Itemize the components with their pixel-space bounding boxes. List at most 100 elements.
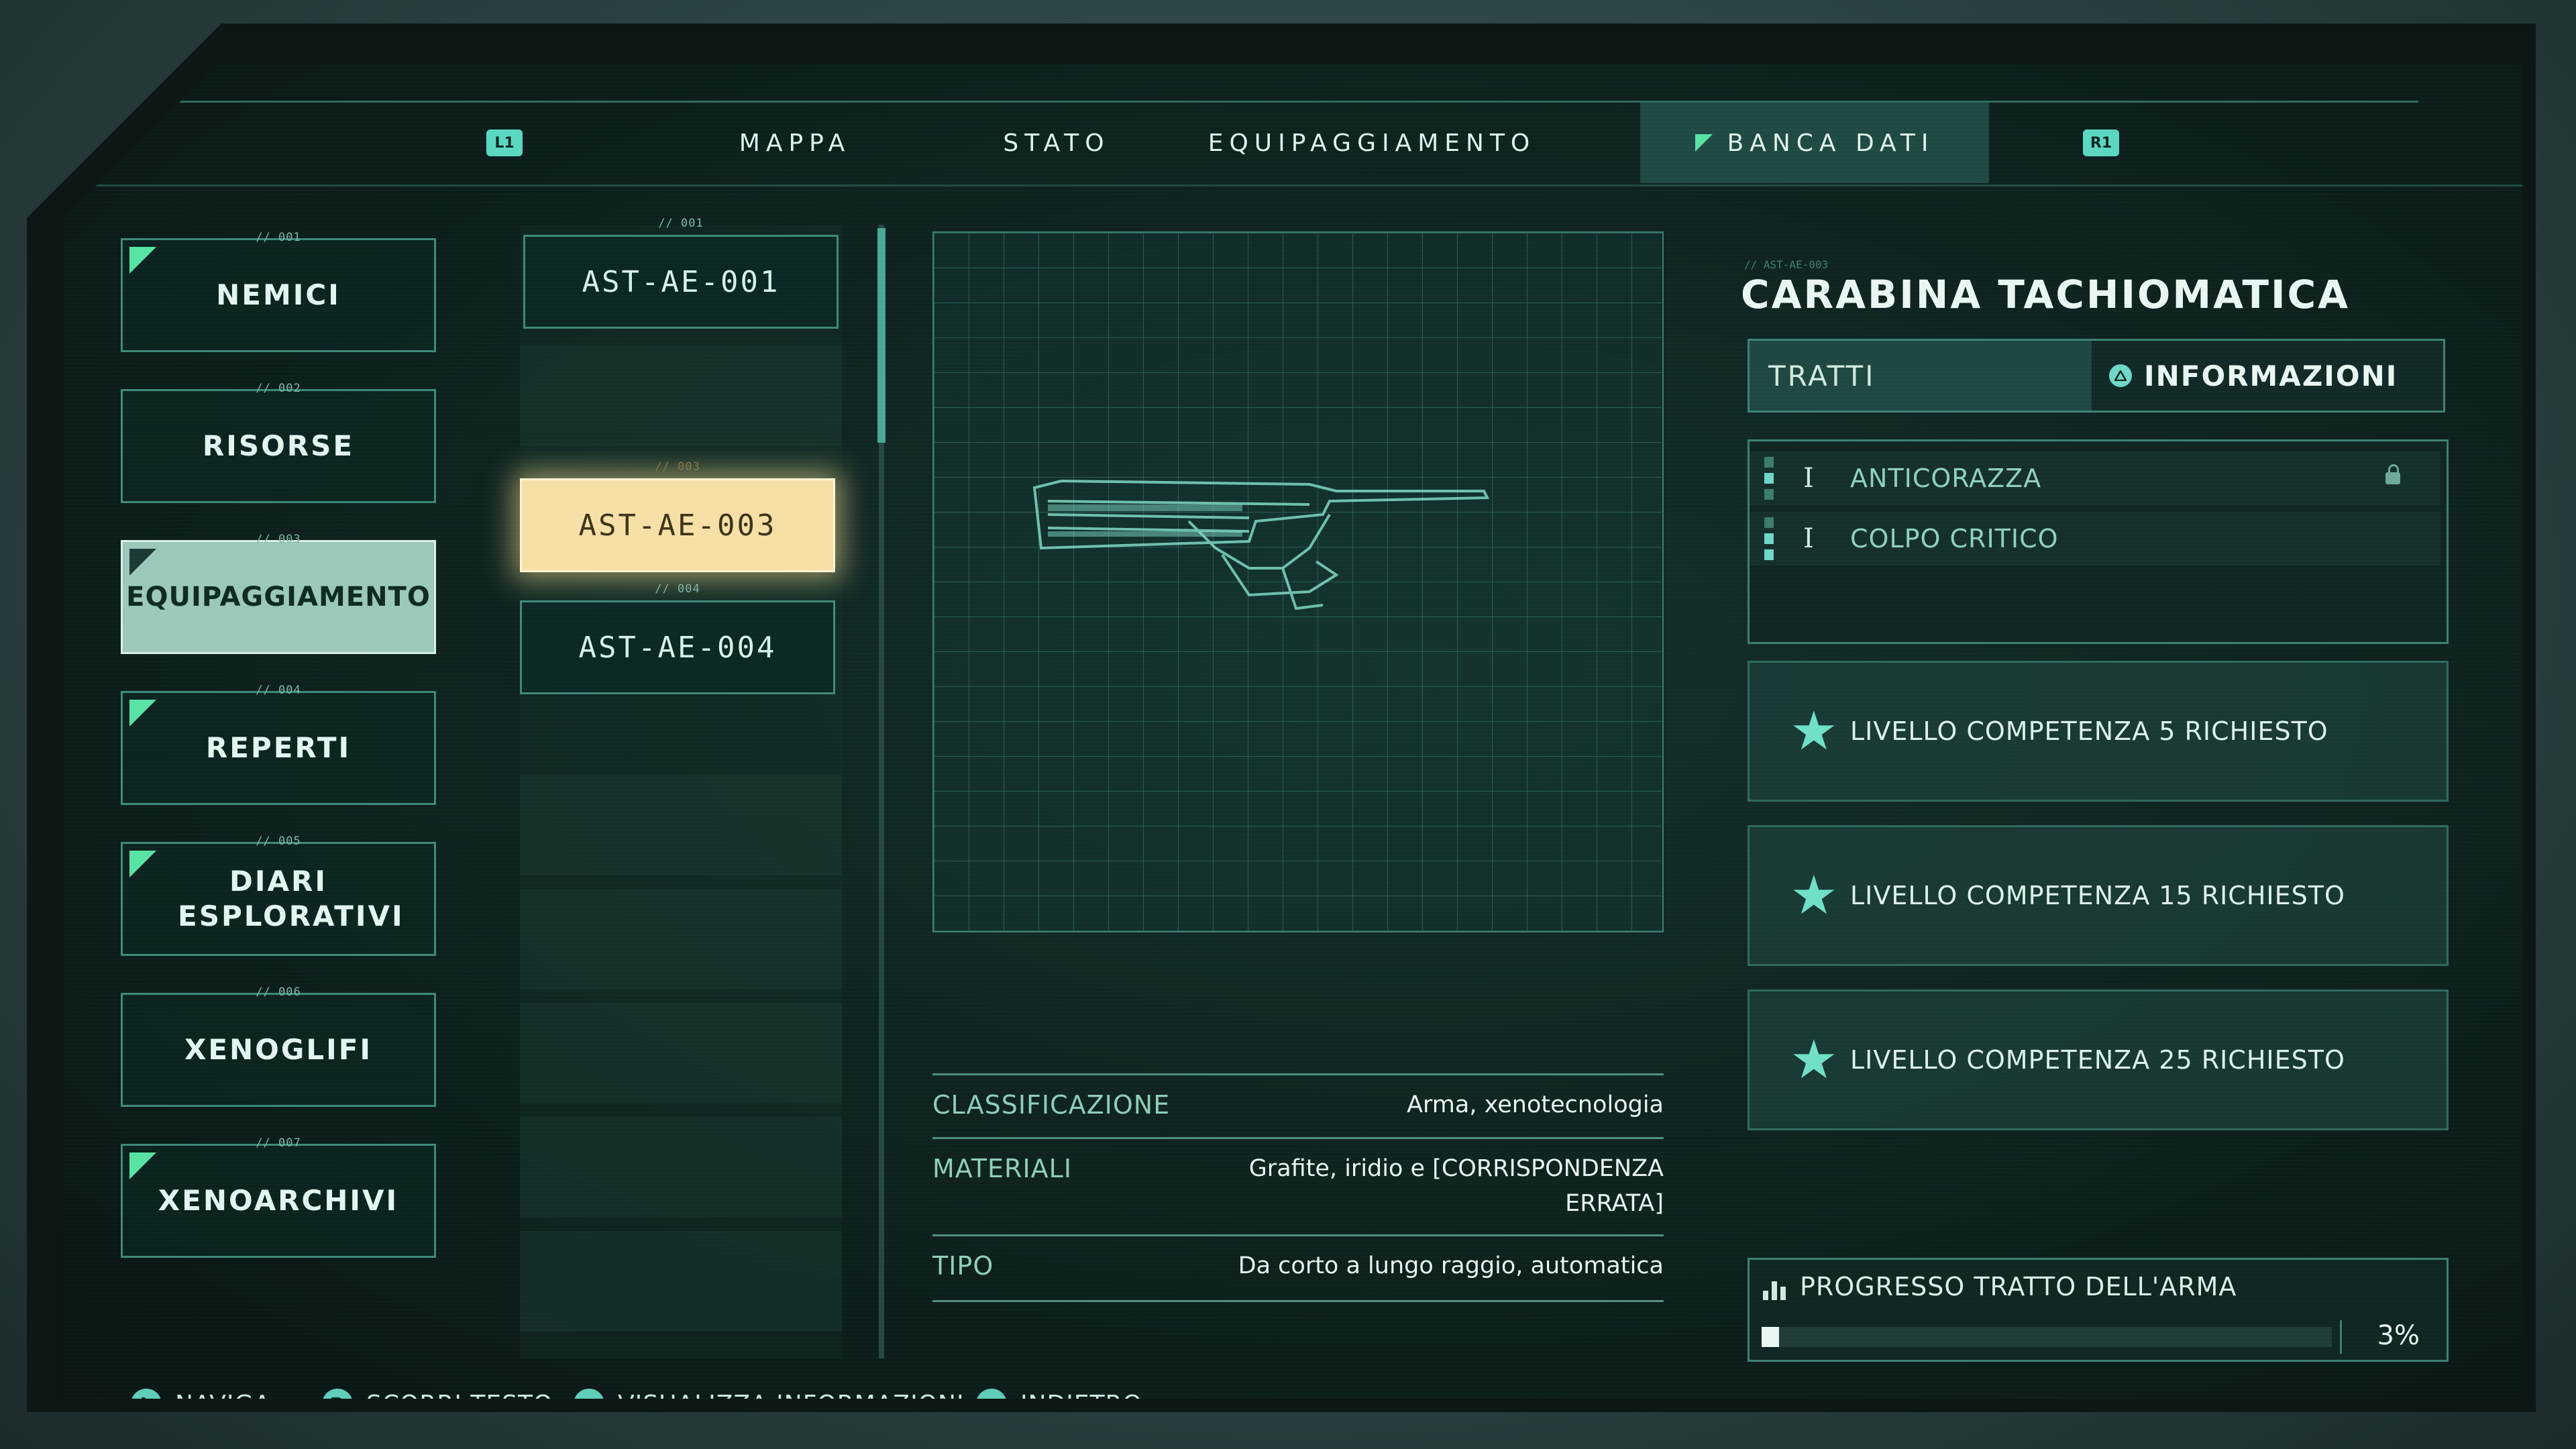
info-key: TIPO	[932, 1251, 994, 1281]
requirement-text: LIVELLO COMPETENZA 5 RICHIESTO	[1850, 716, 2328, 746]
flag-icon	[1695, 134, 1713, 152]
item-label: AST-AE-001	[582, 264, 780, 299]
list-item-ast-ae-001[interactable]: // 001 AST-AE-001	[523, 217, 839, 329]
requirement-level-5[interactable]: ★ LIVELLO COMPETENZA 5 RICHIESTO	[1748, 661, 2449, 802]
trait-rank: I	[1803, 523, 1814, 554]
new-flag-icon	[129, 1152, 156, 1179]
list-item-ast-ae-004[interactable]: // 004 AST-AE-004	[520, 582, 835, 694]
item-label: AST-AE-003	[578, 508, 777, 543]
category-number: // 001	[256, 231, 301, 244]
empty-slot	[520, 1231, 842, 1332]
trait-level-bars	[1764, 457, 1774, 500]
triangle-button-icon: △	[574, 1389, 604, 1399]
item-number: // 001	[658, 217, 704, 230]
star-icon: ★	[1790, 864, 1838, 926]
tab-informazioni[interactable]: INFORMAZIONI	[2092, 341, 2443, 411]
category-nemici[interactable]: // 001 NEMICI	[121, 231, 436, 352]
star-icon: ★	[1790, 700, 1838, 762]
hint-visualizza-informazioni[interactable]: △ VISUALIZZA INFORMAZIONI	[574, 1389, 965, 1399]
new-flag-icon	[129, 851, 156, 877]
hint-scorri-testo[interactable]: R SCORRI TESTO	[322, 1389, 553, 1399]
progress-bar	[1762, 1327, 2332, 1347]
hint-label: NAVIGA	[175, 1391, 271, 1399]
tab-tratti[interactable]: TRATTI	[1750, 341, 2092, 411]
list-scroll-thumb[interactable]	[877, 228, 885, 443]
empty-slot	[520, 345, 842, 446]
requirement-text: LIVELLO COMPETENZA 25 RICHIESTO	[1850, 1045, 2345, 1075]
tab-equipaggiamento[interactable]: EQUIPAGGIAMENTO	[1197, 103, 1546, 183]
category-label: EQUIPAGGIAMENTO	[126, 582, 431, 612]
right-stick-icon: R	[322, 1389, 353, 1399]
trait-name: ANTICORAZZA	[1850, 464, 2042, 493]
category-label: XENOGLIFI	[184, 1033, 373, 1066]
empty-slot	[520, 775, 842, 875]
bar-chart-icon	[1763, 1277, 1787, 1300]
left-stick-icon: L	[131, 1389, 162, 1399]
list-item-ast-ae-003[interactable]: // 003 AST-AE-003	[520, 460, 835, 572]
hint-label: VISUALIZZA INFORMAZIONI	[618, 1391, 965, 1399]
trait-anticorazza[interactable]: I ANTICORAZZA	[1750, 451, 2440, 505]
info-key: MATERIALI	[932, 1154, 1073, 1183]
requirement-level-25[interactable]: ★ LIVELLO COMPETENZA 25 RICHIESTO	[1748, 989, 2449, 1130]
new-flag-icon	[129, 549, 156, 576]
item-number: // 004	[655, 582, 700, 596]
info-row-materiali: MATERIALI Grafite, iridio e [CORRISPONDE…	[932, 1137, 1664, 1236]
category-number: // 006	[256, 985, 301, 999]
l1-button[interactable]: L1	[486, 129, 523, 156]
category-label: NEMICI	[216, 278, 341, 311]
category-number: // 003	[256, 533, 301, 546]
hint-naviga[interactable]: L NAVIGA	[131, 1389, 271, 1399]
traits-list: I ANTICORAZZA I COLPO CRITICO	[1748, 439, 2449, 644]
weapon-preview	[932, 231, 1664, 932]
weapon-code: // AST-AE-003	[1744, 258, 1829, 271]
item-label: AST-AE-004	[578, 630, 777, 665]
triangle-button-icon	[2109, 364, 2132, 387]
weapon-trait-progress: PROGRESSO TRATTO DELL'ARMA 3%	[1748, 1258, 2449, 1362]
info-key: CLASSIFICAZIONE	[932, 1090, 1171, 1120]
lock-icon	[2385, 464, 2400, 484]
nav-bottom-line	[64, 184, 2522, 186]
new-flag-icon	[129, 247, 156, 274]
progress-fill	[1762, 1327, 1779, 1347]
progress-divider	[2340, 1320, 2342, 1354]
category-number: // 002	[256, 382, 301, 395]
tab-banca-dati[interactable]: BANCA DATI	[1640, 103, 1989, 183]
star-icon: ★	[1790, 1028, 1838, 1091]
weapon-title: CARABINA TACHIOMATICA	[1741, 272, 2351, 317]
empty-slot	[520, 1117, 842, 1218]
category-diari-esplorativi[interactable]: // 005 DIARI ESPLORATIVI	[121, 835, 436, 956]
hint-label: SCORRI TESTO	[366, 1391, 553, 1399]
database-screen: L1 MAPPA STATO EQUIPAGGIAMENTO BANCA DAT…	[64, 64, 2522, 1399]
info-row-classificazione: CLASSIFICAZIONE Arma, xenotecnologia	[932, 1073, 1664, 1139]
trait-level-bars	[1764, 517, 1774, 560]
category-xenoglifi[interactable]: // 006 XENOGLIFI	[121, 985, 436, 1107]
detail-tabs: TRATTI INFORMAZIONI	[1748, 339, 2445, 413]
requirement-text: LIVELLO COMPETENZA 15 RICHIESTO	[1850, 881, 2345, 910]
empty-slot	[520, 1003, 842, 1104]
category-label: XENOARCHIVI	[158, 1184, 399, 1217]
r1-button[interactable]: R1	[2083, 129, 2119, 156]
category-reperti[interactable]: // 004 REPERTI	[121, 684, 436, 805]
requirement-level-15[interactable]: ★ LIVELLO COMPETENZA 15 RICHIESTO	[1748, 825, 2449, 966]
category-number: // 005	[256, 835, 301, 848]
info-value: Arma, xenotecnologia	[1407, 1091, 1664, 1118]
circle-button-icon: □	[976, 1389, 1007, 1399]
trait-colpo-critico[interactable]: I COLPO CRITICO	[1750, 512, 2440, 566]
category-xenoarchivi[interactable]: // 007 XENOARCHIVI	[121, 1136, 436, 1258]
tab-mappa[interactable]: MAPPA	[681, 103, 909, 183]
tab-informazioni-label: INFORMAZIONI	[2144, 359, 2398, 392]
category-label: RISORSE	[202, 429, 355, 462]
tab-stato[interactable]: STATO	[956, 103, 1157, 183]
hint-label: INDIETRO	[1020, 1391, 1142, 1399]
hint-indietro[interactable]: □ INDIETRO	[976, 1389, 1142, 1399]
info-value-continued: ERRATA]	[1565, 1190, 1664, 1217]
category-number: // 007	[256, 1136, 301, 1150]
category-label: REPERTI	[205, 731, 352, 764]
category-risorse[interactable]: // 002 RISORSE	[121, 382, 436, 503]
progress-label: PROGRESSO TRATTO DELL'ARMA	[1800, 1272, 2237, 1301]
trait-rank: I	[1803, 463, 1814, 494]
tab-banca-dati-label: BANCA DATI	[1727, 129, 1935, 157]
carbine-hologram-icon	[1032, 479, 1490, 610]
info-value: Da corto a lungo raggio, automatica	[1238, 1252, 1664, 1279]
category-equipaggiamento[interactable]: // 003 EQUIPAGGIAMENTO	[121, 533, 436, 654]
